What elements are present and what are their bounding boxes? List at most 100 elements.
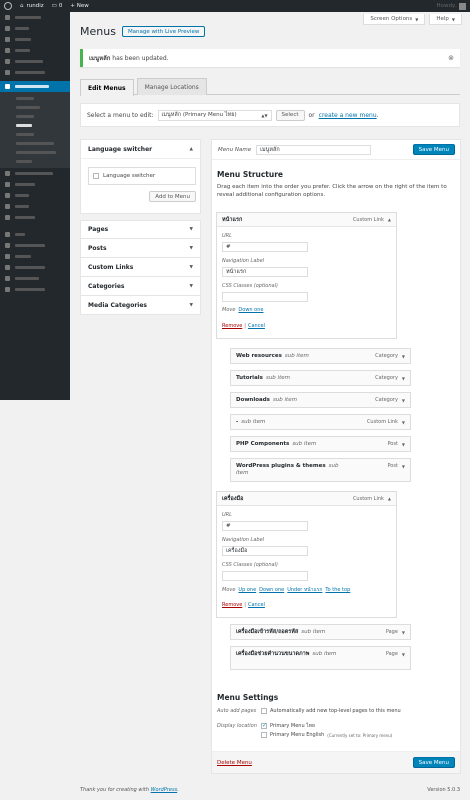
wordpress-link[interactable]: WordPress	[151, 787, 178, 793]
location-primary-thai-checkbox[interactable]	[261, 722, 267, 729]
caret-down-icon[interactable]: ▼	[402, 630, 405, 635]
url-input[interactable]: #	[222, 521, 308, 531]
accordion-custom-links[interactable]: Custom Links ▼	[80, 258, 201, 277]
add-to-menu-button[interactable]: Add to Menu	[149, 191, 196, 202]
sidebar-item-users[interactable]	[0, 190, 70, 201]
submenu-item-menus[interactable]	[0, 121, 70, 130]
menu-item-handle[interactable]: เครื่องมือช่วยคำนวนขนาดภาพ sub item Page ▼	[231, 647, 410, 669]
updated-notice: เมนูหลัก has been updated. ⊗	[80, 49, 460, 67]
menu-item-handle[interactable]: เครื่องมือเข้ารหัส/ถอดรหัส sub item Page ▼	[231, 625, 410, 639]
submenu-item[interactable]	[0, 157, 70, 166]
comments-link[interactable]: ▭ 0	[48, 0, 67, 12]
dismiss-icon[interactable]: ⊗	[448, 54, 454, 62]
select-button[interactable]: Select	[275, 109, 305, 121]
dashboard-icon	[5, 15, 10, 20]
menu-item-title: PHP Components	[236, 441, 290, 447]
live-preview-button[interactable]: Manage with Live Preview	[121, 26, 206, 37]
sidebar-item-pages[interactable]	[0, 45, 70, 56]
menu-item-handle[interactable]: - sub item Custom Link ▼	[231, 415, 410, 429]
submenu-item[interactable]	[0, 112, 70, 121]
navigation-label-label: Navigation Label	[222, 258, 265, 264]
sidebar-item-downloads[interactable]	[0, 67, 70, 78]
create-menu-link[interactable]: create a new menu	[319, 112, 377, 119]
menu-name-input[interactable]: เมนูหลัก	[256, 144, 372, 155]
home-icon: ⌂	[20, 3, 24, 9]
caret-down-icon: ▼	[415, 16, 419, 22]
separator: |	[244, 323, 246, 329]
cancel-link[interactable]: Cancel	[248, 323, 265, 329]
sidebar-item-comments[interactable]	[0, 56, 70, 67]
tab-manage-locations[interactable]: Manage Locations	[136, 78, 207, 95]
menu-item-handle[interactable]: เครื่องมือ Custom Link ▲	[217, 492, 396, 506]
sidebar-item-settings[interactable]	[0, 212, 70, 223]
move-down-link[interactable]: Down one	[259, 587, 284, 593]
caret-down-icon[interactable]: ▼	[402, 652, 405, 657]
css-classes-input[interactable]	[222, 292, 308, 302]
tab-edit-menus[interactable]: Edit Menus	[80, 79, 134, 96]
url-input[interactable]: #	[222, 242, 308, 252]
accordion-media-categories[interactable]: Media Categories ▼	[80, 296, 201, 315]
css-classes-input[interactable]	[222, 571, 308, 581]
submenu-item[interactable]	[0, 139, 70, 148]
language-switcher-header[interactable]: Language switcher ▲	[81, 140, 200, 159]
sidebar-item-plugins[interactable]	[0, 179, 70, 190]
caret-down-icon[interactable]: ▼	[402, 376, 405, 381]
caret-up-icon[interactable]: ▲	[388, 217, 391, 222]
site-name-link[interactable]: ⌂ rundiz	[16, 0, 48, 12]
remove-link[interactable]: Remove	[222, 602, 242, 608]
submenu-item[interactable]	[0, 94, 70, 103]
menu-item-handle[interactable]: Downloads sub item Category ▼	[231, 393, 410, 407]
sidebar-item[interactable]	[0, 240, 70, 251]
accordion-pages[interactable]: Pages ▼	[80, 220, 201, 239]
sidebar-item-media[interactable]	[0, 34, 70, 45]
language-switcher-checkbox[interactable]	[93, 173, 99, 179]
sidebar-item-dashboard[interactable]	[0, 12, 70, 23]
caret-down-icon[interactable]: ▼	[402, 442, 405, 447]
menu-item-handle[interactable]: Web resources sub item Category ▼	[231, 349, 410, 363]
sidebar-item-tools[interactable]	[0, 201, 70, 212]
move-down-link[interactable]: Down one	[238, 307, 263, 313]
cancel-link[interactable]: Cancel	[248, 602, 265, 608]
menu-item-handle[interactable]: หน้าแรก Custom Link ▲	[217, 213, 396, 227]
caret-down-icon[interactable]: ▼	[402, 464, 405, 469]
caret-down-icon[interactable]: ▼	[402, 398, 405, 403]
sidebar-item[interactable]	[0, 273, 70, 284]
my-account-link[interactable]: Howdy,	[433, 0, 470, 12]
sidebar-item[interactable]	[0, 168, 70, 179]
menu-item-handle[interactable]: WordPress plugins & themes sub item Post ▼	[231, 459, 410, 481]
location-primary-english-checkbox[interactable]	[261, 732, 267, 738]
menu-select[interactable]: เมนูหลัก (Primary Menu ไทย) ▲▼	[157, 109, 272, 121]
save-menu-button-bottom[interactable]: Save Menu	[412, 757, 455, 768]
navigation-label-input[interactable]: หน้าแรก	[222, 267, 308, 277]
menu-item-sub: เครื่องมือเข้ารหัส/ถอดรหัส sub item Page ▼	[230, 624, 411, 640]
wordpress-logo-icon[interactable]	[0, 0, 16, 12]
submenu-item[interactable]	[0, 130, 70, 139]
sidebar-item-appearance[interactable]	[0, 81, 70, 92]
accordion-categories[interactable]: Categories ▼	[80, 277, 201, 296]
location-note: (Currently set to: Primary menu)	[327, 732, 393, 738]
help-button[interactable]: Help ▼	[429, 14, 462, 25]
new-content-link[interactable]: + New	[66, 0, 92, 12]
delete-menu-link[interactable]: Delete Menu	[217, 760, 252, 766]
accordion-posts[interactable]: Posts ▼	[80, 239, 201, 258]
remove-link[interactable]: Remove	[222, 323, 242, 329]
auto-add-checkbox[interactable]	[261, 708, 267, 714]
move-top-link[interactable]: To the top	[325, 587, 350, 593]
screen-options-button[interactable]: Screen Options ▼	[363, 14, 426, 25]
menu-item-handle[interactable]: Tutorials sub item Category ▼	[231, 371, 410, 385]
menu-item-handle[interactable]: PHP Components sub item Post ▼	[231, 437, 410, 451]
sidebar-item[interactable]	[0, 262, 70, 273]
collapse-menu-button[interactable]	[0, 284, 70, 295]
navigation-label-input[interactable]: เครื่องมือ	[222, 546, 308, 556]
move-up-link[interactable]: Up one	[238, 587, 256, 593]
sidebar-item[interactable]	[0, 229, 70, 240]
sidebar-item-posts[interactable]	[0, 23, 70, 34]
caret-down-icon[interactable]: ▼	[402, 420, 405, 425]
submenu-item[interactable]	[0, 103, 70, 112]
caret-down-icon[interactable]: ▼	[402, 354, 405, 359]
sidebar-item[interactable]	[0, 251, 70, 262]
submenu-item[interactable]	[0, 148, 70, 157]
move-under-link[interactable]: Under หน้าแรก	[287, 587, 322, 593]
save-menu-button[interactable]: Save Menu	[412, 144, 455, 155]
caret-up-icon[interactable]: ▲	[388, 496, 391, 501]
